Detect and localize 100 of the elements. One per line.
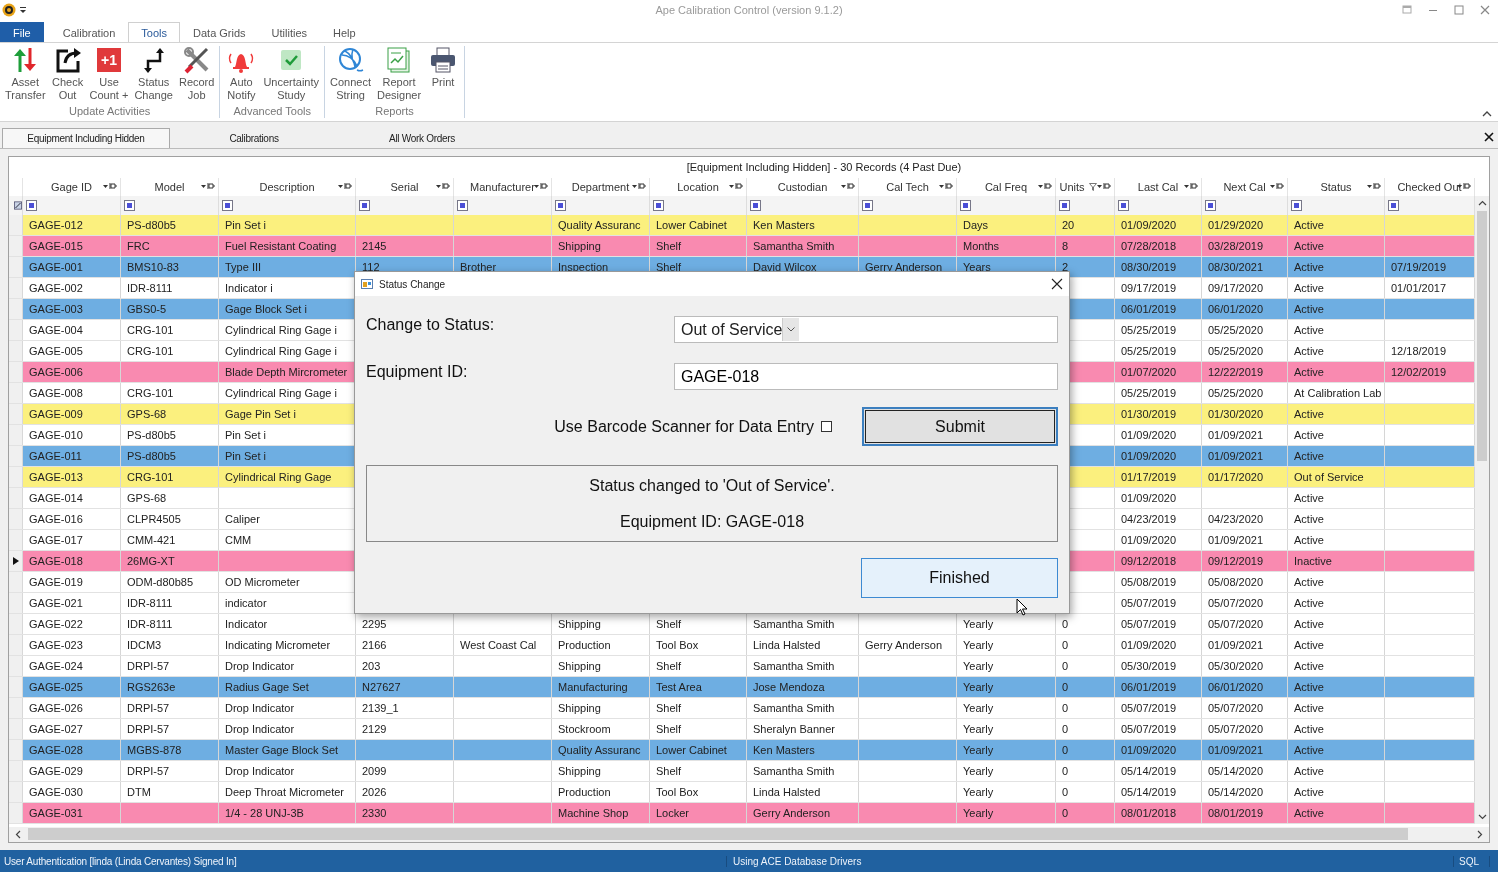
column-header[interactable]: Manufacturer <box>454 177 552 196</box>
column-menu-icon[interactable] <box>1184 182 1198 190</box>
filter-icon[interactable] <box>124 199 135 211</box>
column-header[interactable]: Cal Freq <box>957 177 1056 196</box>
collapse-ribbon-icon[interactable] <box>1482 110 1492 118</box>
filter-icon[interactable] <box>457 199 468 211</box>
table-cell: Shelf <box>656 659 682 672</box>
column-menu-icon[interactable] <box>1270 182 1284 190</box>
filter-icon[interactable] <box>1059 199 1070 211</box>
close-icon[interactable] <box>1484 132 1494 142</box>
status-dropdown[interactable]: Out of Service <box>674 316 1058 343</box>
dropdown-caret-icon[interactable] <box>787 327 796 332</box>
filter-icon[interactable] <box>653 199 664 211</box>
menu-tab[interactable]: Utilities <box>258 22 321 42</box>
table-cell: Yearly <box>963 806 994 819</box>
column-menu-icon[interactable] <box>338 182 352 190</box>
scroll-thumb[interactable] <box>1477 210 1487 461</box>
column-menu-icon[interactable] <box>1038 182 1052 190</box>
filter-icon[interactable] <box>1118 199 1129 211</box>
column-header[interactable]: Next Cal <box>1202 177 1288 196</box>
column-header[interactable]: Department <box>552 177 650 196</box>
ribbon-button[interactable]: Asset Transfer <box>2 46 49 102</box>
ribbon-button[interactable]: Print <box>424 46 463 102</box>
table-row[interactable]: GAGE-030 DTM Deep Throat Micrometer 2026 Production Tool Box Linda Halsted Yearly 0 05/14/2019 05/14/2020 Active <box>9 781 1475 803</box>
column-header[interactable]: Model <box>121 177 219 196</box>
table-row[interactable]: GAGE-015 FRC Fuel Resistant Coating 2145 Shipping Shelf Samantha Smith Months 8 07/28/2018 03/28/2019 Active <box>9 235 1475 257</box>
table-row[interactable]: GAGE-012 PS-d80b5 Pin Set i Quality Assuranc Lower Cabinet Ken Masters Days 20 01/09/2020 01/29/2020 Active <box>9 214 1475 236</box>
column-header[interactable]: Gage ID <box>23 177 121 196</box>
filter-icon[interactable] <box>1388 199 1399 211</box>
column-menu-icon[interactable] <box>1097 182 1111 190</box>
table-cell: Stockroom <box>558 722 611 735</box>
column-menu-icon[interactable] <box>729 182 743 190</box>
filter-icon[interactable] <box>1291 199 1302 211</box>
column-menu-icon[interactable] <box>841 182 855 190</box>
scroll-right-icon[interactable] <box>1476 829 1483 839</box>
column-header[interactable]: Custodian <box>747 177 859 196</box>
document-tab[interactable]: Calibrations <box>170 128 338 148</box>
table-row[interactable]: GAGE-027 DRPI-57 Drop Indicator 2129 Stockroom Shelf Sheralyn Banner Yearly 0 05/07/2019 05/07/2020 Active <box>9 718 1475 740</box>
table-row[interactable]: GAGE-023 IDCM3 Indicating Micrometer 2166 West Coast Cal Production Tool Box Linda Halsted Gerry Anderson Yearly 0 01/09/2020 01/09/2021 Active <box>9 634 1475 656</box>
column-menu-icon[interactable] <box>436 182 450 190</box>
menu-tab[interactable]: Data Grids <box>180 22 259 42</box>
column-menu-icon[interactable] <box>201 182 215 190</box>
checkbox[interactable] <box>821 421 832 432</box>
menu-tab[interactable]: Tools <box>128 22 180 42</box>
menu-tab[interactable]: Help <box>320 22 369 42</box>
table-cell: 05/08/2020 <box>1208 575 1264 588</box>
column-header[interactable]: Last Cal <box>1115 177 1202 196</box>
column-header[interactable]: Description <box>219 177 356 196</box>
quick-access-menu-icon[interactable] <box>19 6 27 14</box>
ribbon-button[interactable]: +1 Use Count + <box>86 46 132 102</box>
scroll-left-icon[interactable] <box>15 829 22 839</box>
table-cell: 01/30/2019 <box>1121 407 1177 420</box>
column-menu-icon[interactable] <box>534 182 548 190</box>
ribbon-button[interactable]: Uncertainty Study <box>260 46 323 102</box>
column-header[interactable]: Status <box>1288 177 1385 196</box>
scroll-thumb[interactable] <box>28 828 1408 841</box>
document-tab[interactable]: Equipment Including Hidden <box>2 128 170 148</box>
filter-icon[interactable] <box>555 199 566 211</box>
submit-button[interactable]: Submit <box>862 407 1058 446</box>
ribbon-button[interactable]: Report Designer <box>374 46 425 102</box>
filter-icon[interactable] <box>960 199 971 211</box>
filter-indicator-icon[interactable] <box>1088 182 1097 191</box>
table-row[interactable]: GAGE-026 DRPI-57 Drop Indicator 2139_1 Shipping Shelf Samantha Smith Yearly 0 05/07/2019 05/07/2020 Active <box>9 697 1475 719</box>
input-field[interactable]: GAGE-018 <box>674 363 1058 390</box>
scroll-up-icon[interactable] <box>1477 199 1487 207</box>
ribbon-button[interactable]: Status Change <box>131 46 176 102</box>
column-menu-icon[interactable] <box>1367 182 1381 190</box>
column-menu-icon[interactable] <box>103 182 117 190</box>
column-header[interactable]: Cal Tech <box>859 177 957 196</box>
row-header[interactable] <box>9 550 23 571</box>
close-icon[interactable] <box>1051 278 1063 290</box>
filter-icon[interactable] <box>862 199 873 211</box>
finished-button[interactable]: Finished <box>861 558 1058 598</box>
filter-icon[interactable] <box>750 199 761 211</box>
edit-icon[interactable] <box>14 199 22 211</box>
document-tab[interactable]: All Work Orders <box>338 128 506 148</box>
ribbon-button[interactable]: Connect String <box>327 46 375 102</box>
column-header[interactable]: Serial <box>356 177 454 196</box>
column-header[interactable]: Units <box>1056 177 1115 196</box>
table-row[interactable]: GAGE-028 MGBS-878 Master Gage Block Set Quality Assuranc Lower Cabinet Ken Masters Yearly 0 01/09/2020 01/09/2021 Active <box>9 739 1475 761</box>
scroll-down-icon[interactable] <box>1477 812 1487 820</box>
menu-tab[interactable]: Calibration <box>49 22 129 42</box>
vertical-scrollbar[interactable] <box>1475 195 1489 824</box>
table-row[interactable]: GAGE-029 DRPI-57 Drop Indicator 2099 Shipping Shelf Samantha Smith Yearly 0 05/14/2019 05/14/2020 Active <box>9 760 1475 782</box>
horizontal-scrollbar[interactable] <box>9 826 1489 842</box>
ribbon-button[interactable]: Record Job <box>175 46 218 102</box>
file-menu-tab[interactable]: File <box>0 22 44 42</box>
ribbon-button[interactable]: Auto Notify <box>222 46 261 102</box>
filter-icon[interactable] <box>1205 199 1216 211</box>
table-row[interactable]: GAGE-022 IDR-8111 Indicator 2295 Shipping Shelf Samantha Smith Yearly 0 05/07/2019 05/07/2020 Active <box>9 613 1475 635</box>
column-menu-icon[interactable] <box>939 182 953 190</box>
column-header[interactable]: Location <box>650 177 747 196</box>
table-row[interactable]: GAGE-031 1/4 - 28 UNJ-3B 2330 Machine Shop Locker Gerry Anderson Yearly 0 08/01/2018 08/01/2019 Active <box>9 802 1475 824</box>
ribbon-button[interactable]: Check Out <box>48 46 87 102</box>
filter-icon[interactable] <box>26 199 37 211</box>
table-row[interactable]: GAGE-025 RGS263e Radius Gage Set N27627 Manufacturing Test Area Jose Mendoza Yearly 0 06/01/2019 06/01/2020 Active <box>9 676 1475 698</box>
table-row[interactable]: GAGE-024 DRPI-57 Drop Indicator 203 Shipping Shelf Samantha Smith Yearly 0 05/30/2019 05/30/2020 Active <box>9 655 1475 677</box>
filter-icon[interactable] <box>222 199 233 211</box>
filter-icon[interactable] <box>359 199 370 211</box>
column-menu-icon[interactable] <box>632 182 646 190</box>
